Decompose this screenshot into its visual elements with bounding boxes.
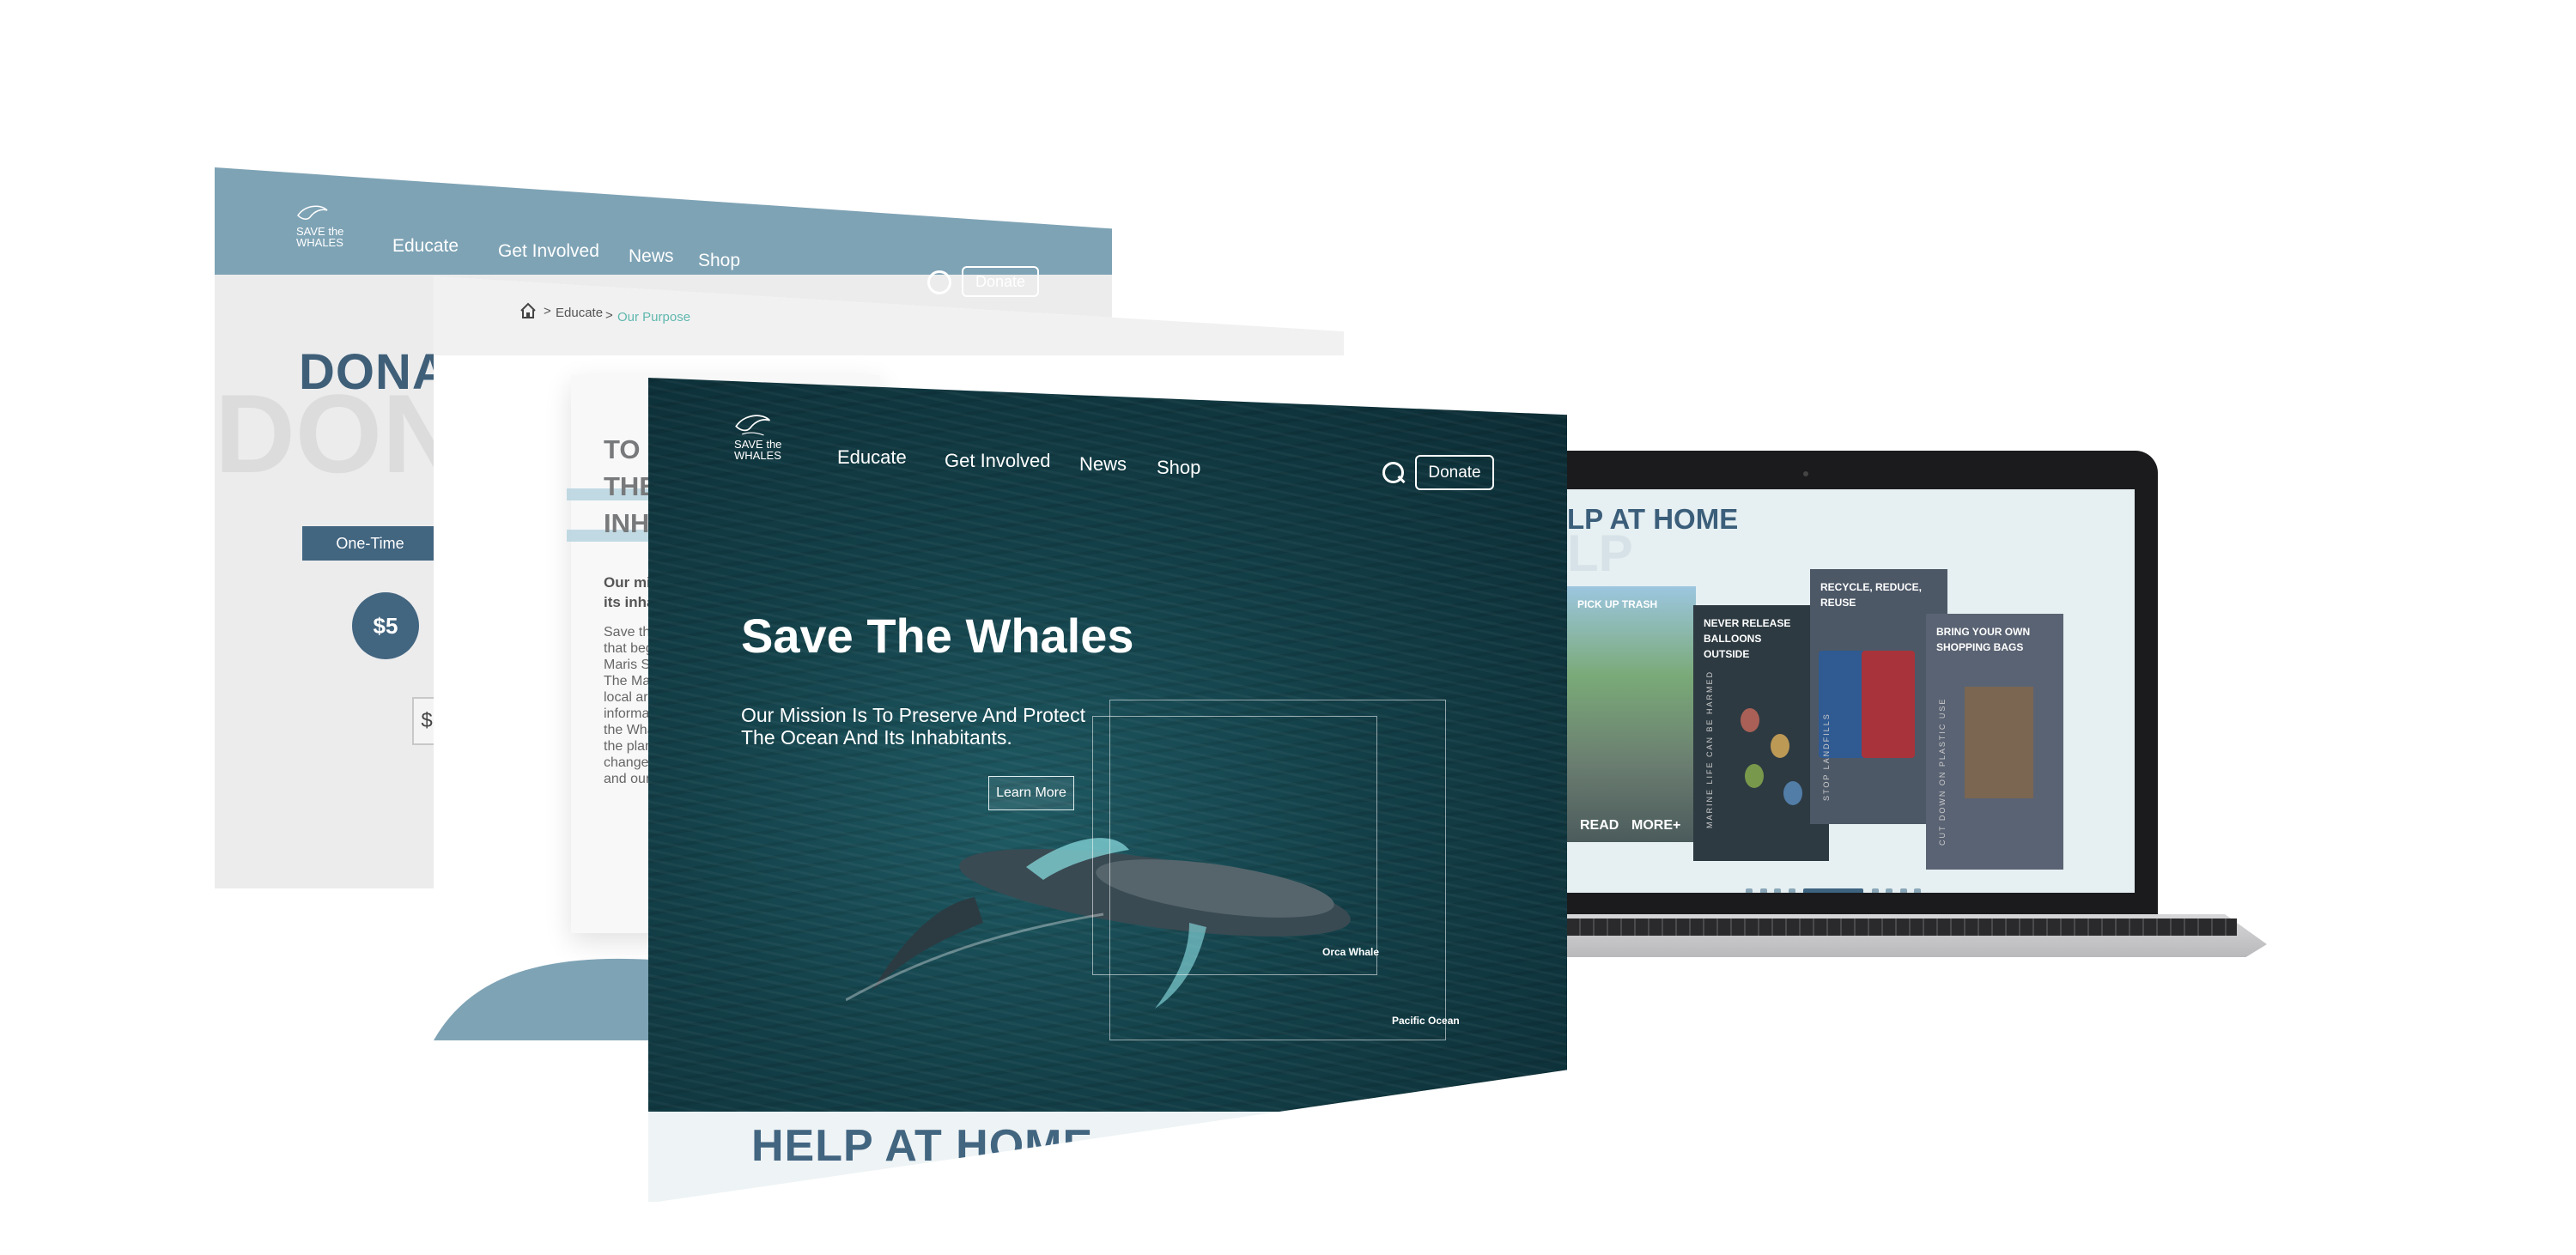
carousel-dot[interactable]	[1759, 888, 1767, 893]
nav-item-get-involved[interactable]: Get Involved	[498, 241, 599, 262]
nav-item-educate[interactable]: Educate	[837, 446, 907, 469]
balloon-shape	[1745, 764, 1764, 788]
breadcrumb-educate[interactable]: Educate	[556, 306, 603, 320]
read-link[interactable]: READ	[1580, 818, 1619, 834]
whale-logo[interactable]: SAVE the WHALES	[734, 408, 799, 468]
frame-inner	[1092, 716, 1377, 975]
section-title-help-at-home: HELP AT HOME	[751, 1121, 1094, 1171]
nav-item-shop[interactable]: Shop	[698, 251, 740, 271]
balloon-shape	[1783, 781, 1802, 805]
red-bin-shape	[1862, 651, 1915, 758]
tote-bag-shape	[1965, 687, 2033, 798]
card-title: NEVER RELEASE BALLOONS OUTSIDE	[1704, 617, 1791, 660]
search-icon[interactable]	[927, 270, 951, 294]
hero-subtitle: Our Mission Is To Preserve And Protect T…	[741, 704, 1085, 749]
tip-card-shopping-bags[interactable]: BRING YOUR OWN SHOPPING BAGS CUT DOWN ON…	[1926, 614, 2063, 870]
label-orca-whale: Orca Whale	[1322, 946, 1380, 958]
tip-card-balloons[interactable]: NEVER RELEASE BALLOONS OUTSIDE MARINE LI…	[1693, 605, 1829, 861]
laptop-keyboard	[1567, 919, 2237, 936]
breadcrumb-our-purpose: Our Purpose	[617, 310, 691, 324]
carousel-dot[interactable]	[1746, 888, 1753, 893]
carousel-dot[interactable]	[1774, 888, 1782, 893]
balloon-shape	[1741, 708, 1759, 732]
carousel-dot[interactable]	[1871, 888, 1879, 893]
card-vertical-caption: CUT DOWN ON PLASTIC USE	[1938, 697, 1947, 846]
tab-one-time[interactable]: One-Time	[302, 526, 438, 561]
nav-item-educate[interactable]: Educate	[392, 236, 459, 257]
breadcrumb-separator: >	[605, 308, 613, 323]
label-pacific-ocean: Pacific Ocean	[1392, 1015, 1460, 1027]
laptop-screen: LP LP AT HOME PICK UP TRASH READ MORE+ N…	[1567, 489, 2135, 893]
nav-item-get-involved[interactable]: Get Involved	[945, 450, 1051, 472]
donate-button[interactable]: Donate	[962, 266, 1039, 297]
home-icon[interactable]	[519, 302, 537, 319]
logo-text-line2: WHALES	[296, 236, 343, 249]
section-title: LP AT HOME	[1567, 503, 1739, 535]
breadcrumb-separator: >	[544, 304, 551, 318]
next-arrow-icon[interactable]: →	[1930, 885, 1942, 893]
whale-logo-icon	[735, 415, 771, 436]
card-title: BRING YOUR OWN SHOPPING BAGS	[1936, 626, 2031, 653]
balloon-shape	[1771, 734, 1789, 758]
prev-arrow-icon[interactable]: ←	[1725, 885, 1737, 893]
amount-5-button[interactable]: $5	[352, 592, 419, 659]
carousel-dot[interactable]	[1899, 888, 1907, 893]
whale-logo-icon	[297, 205, 328, 220]
donate-button[interactable]: Donate	[1415, 455, 1494, 490]
logo-text-line2: WHALES	[734, 449, 781, 462]
carousel-active-indicator	[1803, 888, 1864, 893]
nav-item-shop[interactable]: Shop	[1157, 457, 1200, 479]
learn-more-button[interactable]: Learn More	[988, 776, 1074, 810]
webcam-dot	[1803, 471, 1808, 476]
tip-card-pick-up-trash[interactable]: PICK UP TRASH READ MORE+	[1567, 586, 1696, 842]
card-title: RECYCLE, REDUCE, REUSE	[1820, 581, 1923, 609]
page-title: DONA	[299, 344, 449, 400]
carousel-dot[interactable]	[1788, 888, 1795, 893]
card-title: PICK UP TRASH	[1577, 598, 1658, 610]
nav-item-news[interactable]: News	[1079, 453, 1127, 476]
nav-item-news[interactable]: News	[629, 246, 674, 267]
hero-page-mockup: SAVE the WHALES Educate Get Involved New…	[648, 378, 1567, 1202]
card-vertical-caption: STOP LANDFILLS	[1822, 712, 1831, 801]
hero-title: Save The Whales	[741, 609, 1134, 663]
whale-logo[interactable]: SAVE the WHALES	[296, 200, 365, 252]
carousel-dot[interactable]	[1886, 888, 1893, 893]
more-link[interactable]: MORE+	[1631, 818, 1680, 834]
carousel-dot[interactable]	[1914, 888, 1922, 893]
carousel-pagination: ← →	[1722, 884, 1946, 893]
card-vertical-caption: MARINE LIFE CAN BE HARMED	[1705, 670, 1714, 828]
